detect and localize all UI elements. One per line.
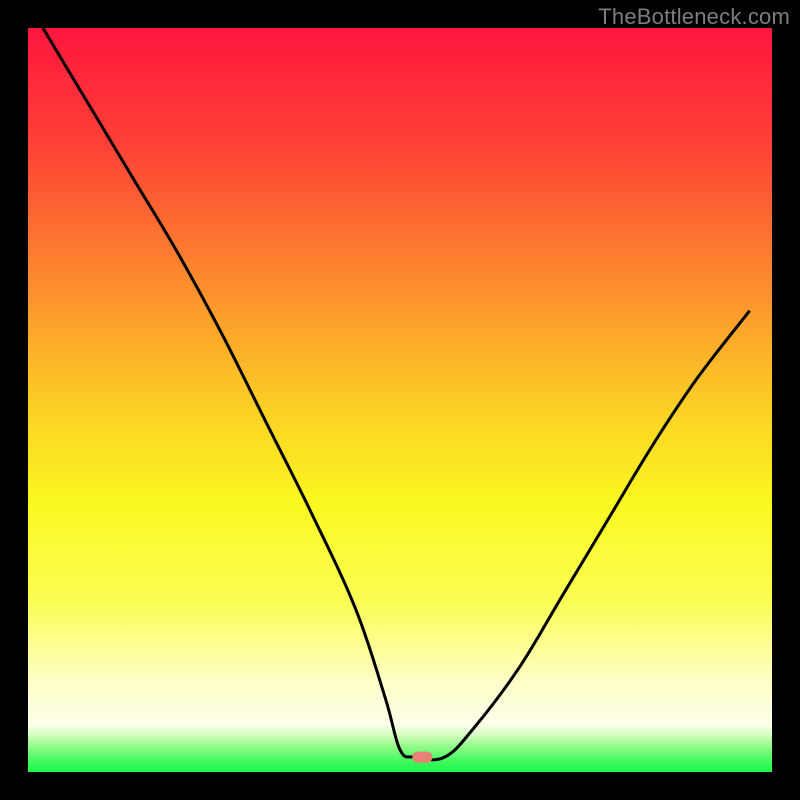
chart-frame: TheBottleneck.com bbox=[0, 0, 800, 800]
watermark-text: TheBottleneck.com bbox=[598, 4, 790, 30]
chart-svg bbox=[28, 28, 772, 772]
min-marker bbox=[412, 752, 432, 763]
plot-area bbox=[28, 28, 772, 772]
gradient-background bbox=[28, 28, 772, 772]
